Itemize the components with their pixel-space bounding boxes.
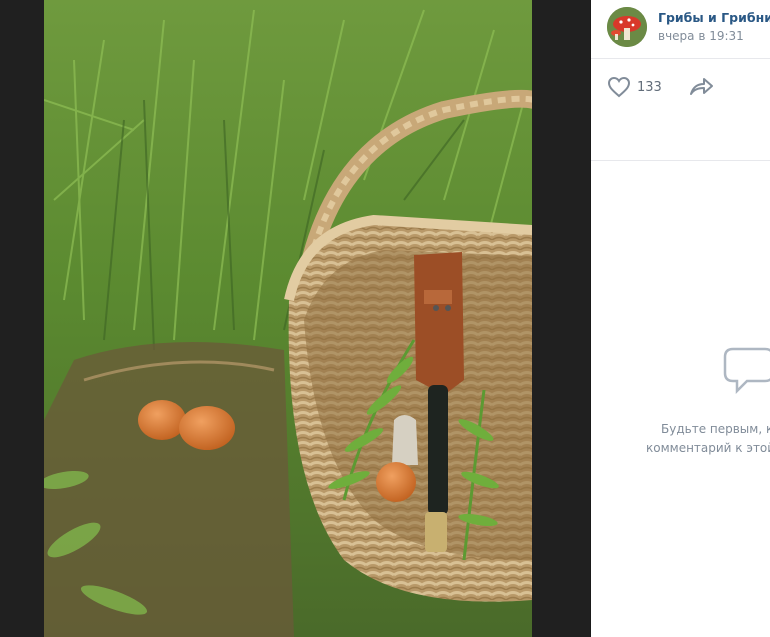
author-name[interactable]: Грибы и Грибники	[658, 10, 770, 25]
comments-empty-text: Будьте первым, к комментарий к этой	[591, 420, 770, 458]
post-time[interactable]: вчера в 19:31	[658, 29, 744, 43]
photo-viewer	[0, 0, 590, 637]
empty-line-2: комментарий к этой	[646, 441, 770, 455]
like-button[interactable]: 133	[607, 76, 662, 98]
mushroom-avatar-icon	[607, 7, 647, 47]
like-count: 133	[637, 79, 662, 95]
empty-line-1: Будьте первым, к	[661, 422, 770, 436]
post-actions: 133	[591, 58, 770, 161]
post-side-panel: Грибы и Грибники вчера в 19:31 133 Будьт…	[591, 0, 770, 637]
comment-bubble-icon	[721, 345, 770, 401]
post-header: Грибы и Грибники вчера в 19:31	[591, 0, 770, 59]
photo-illustration	[44, 0, 532, 637]
post-photo[interactable]	[44, 0, 532, 637]
share-button[interactable]	[688, 76, 714, 102]
heart-icon	[607, 76, 631, 98]
author-avatar[interactable]	[607, 7, 647, 47]
share-icon	[690, 78, 713, 95]
